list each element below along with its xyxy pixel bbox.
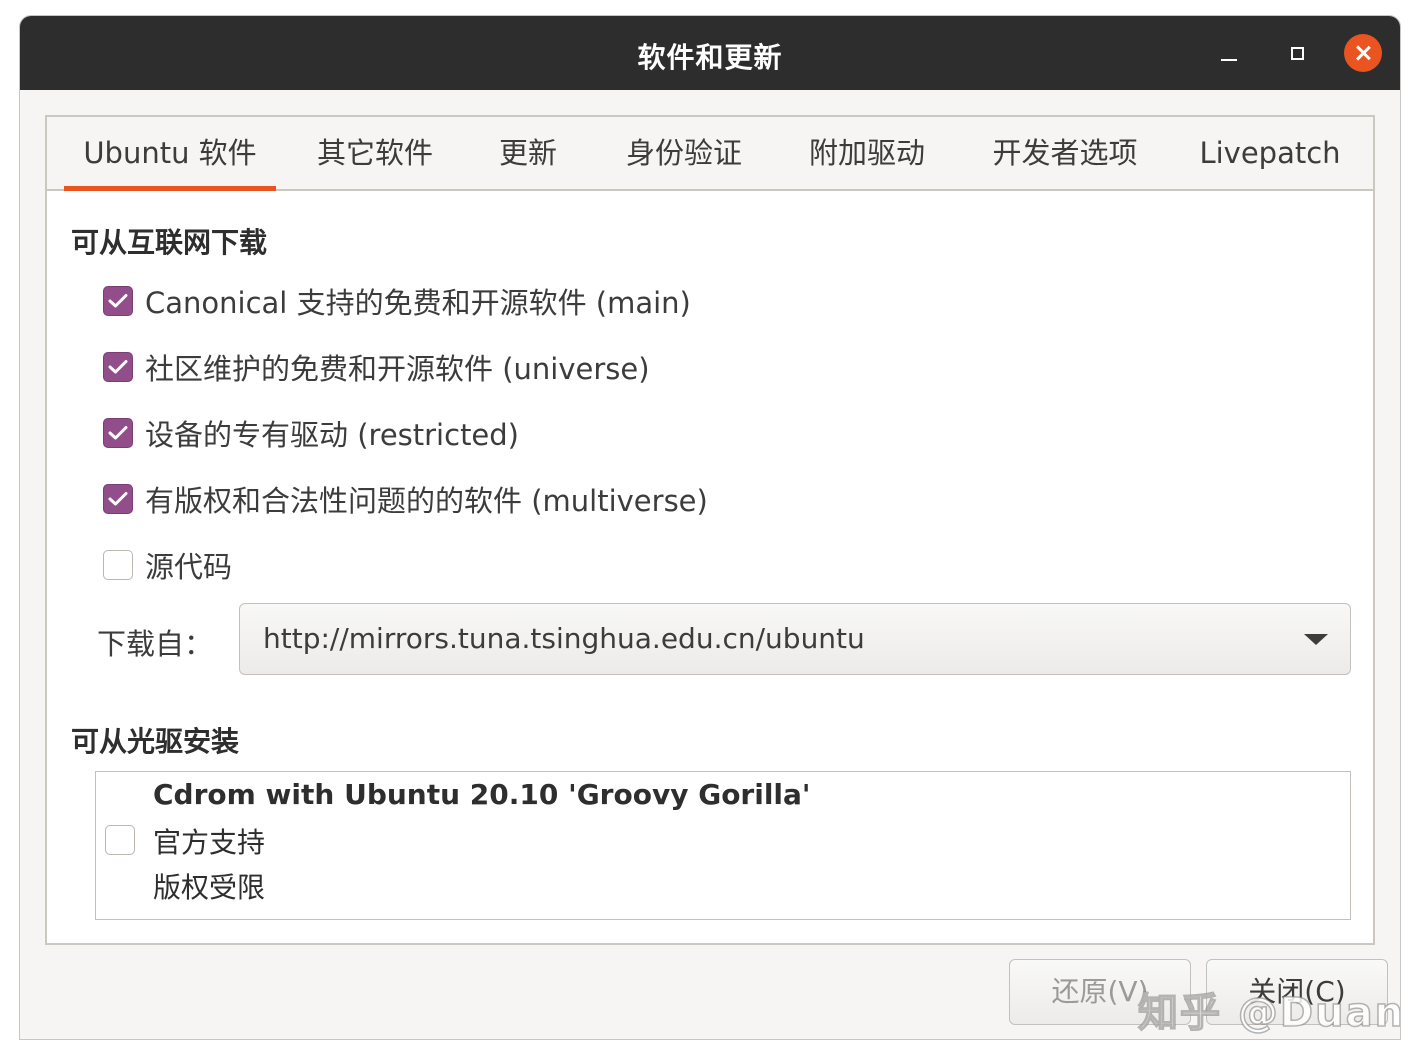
download-from-label: 下载自： — [97, 627, 214, 661]
cdrom-list: Cdrom with Ubuntu 20.10 'Groovy Gorilla'… — [95, 771, 1351, 920]
checkmark-icon — [108, 492, 128, 506]
title-bar[interactable]: 软件和更新 — [20, 16, 1400, 90]
checkbox-checked[interactable] — [103, 484, 133, 514]
checkbox-unchecked[interactable] — [103, 550, 133, 580]
option-restricted[interactable]: 设备的专有驱动 (restricted) — [103, 413, 519, 453]
option-label: 有版权和合法性问题的的软件 (multiverse) — [145, 484, 708, 518]
tab-notebook: Ubuntu 软件 其它软件 更新 身份验证 附加驱动 开发者选项 Livepa… — [45, 115, 1375, 945]
checkmark-icon — [108, 426, 128, 440]
checkmark-icon — [108, 360, 128, 374]
option-source-code[interactable]: 源代码 — [103, 545, 232, 585]
window-title: 软件和更新 — [637, 41, 783, 74]
option-label: 设备的专有驱动 (restricted) — [145, 418, 519, 452]
option-label: 社区维护的免费和开源软件 (universe) — [145, 352, 650, 386]
tab-ubuntu-software[interactable]: Ubuntu 软件 — [64, 117, 276, 191]
download-server-value: http://mirrors.tuna.tsinghua.edu.cn/ubun… — [263, 622, 865, 655]
watermark: 知乎 @Duang — [1137, 989, 1400, 1037]
cdrom-name: Cdrom with Ubuntu 20.10 'Groovy Gorilla' — [153, 778, 811, 811]
checkbox-checked[interactable] — [103, 352, 133, 382]
tab-additional-drivers[interactable]: 附加驱动 — [797, 117, 937, 189]
cdrom-support-status: 官方支持 — [153, 826, 266, 859]
option-label: 源代码 — [145, 550, 233, 584]
tab-livepatch[interactable]: Livepatch — [1195, 117, 1345, 189]
minimize-button[interactable] — [1210, 34, 1248, 72]
maximize-icon — [1290, 46, 1304, 60]
minimize-icon — [1221, 59, 1237, 61]
option-label: Canonical 支持的免费和开源软件 (main) — [145, 286, 691, 320]
close-icon — [1355, 45, 1371, 61]
software-updates-window: 软件和更新 Ubuntu 软件 其它软件 更新 身份验证 附加驱动 开发者选项 … — [19, 15, 1401, 1040]
cdrom-section-title: 可从光驱安装 — [71, 725, 240, 758]
tab-developer-options[interactable]: 开发者选项 — [980, 117, 1150, 189]
tab-authentication[interactable]: 身份验证 — [614, 117, 754, 189]
option-main[interactable]: Canonical 支持的免费和开源软件 (main) — [103, 281, 691, 321]
download-server-dropdown[interactable]: http://mirrors.tuna.tsinghua.edu.cn/ubun… — [239, 603, 1351, 675]
maximize-button[interactable] — [1278, 34, 1316, 72]
cdrom-license-status: 版权受限 — [153, 871, 266, 904]
internet-section-title: 可从互联网下载 — [71, 226, 268, 259]
checkmark-icon — [108, 294, 128, 308]
option-universe[interactable]: 社区维护的免费和开源软件 (universe) — [103, 347, 650, 387]
checkbox-checked[interactable] — [103, 418, 133, 448]
close-window-button[interactable] — [1344, 34, 1382, 72]
tab-other-software[interactable]: 其它软件 — [305, 117, 445, 189]
checkbox-checked[interactable] — [103, 286, 133, 316]
tab-updates[interactable]: 更新 — [487, 117, 569, 189]
option-multiverse[interactable]: 有版权和合法性问题的的软件 (multiverse) — [103, 479, 708, 519]
cdrom-checkbox[interactable] — [105, 825, 135, 855]
chevron-down-icon — [1304, 634, 1328, 645]
tab-bar: Ubuntu 软件 其它软件 更新 身份验证 附加驱动 开发者选项 Livepa… — [47, 117, 1373, 191]
